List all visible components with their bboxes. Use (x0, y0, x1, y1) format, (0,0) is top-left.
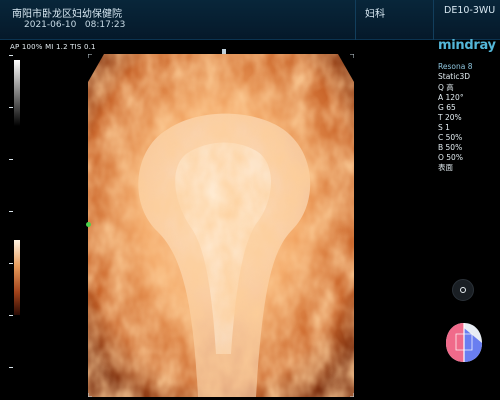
param-quality: Q 高 (438, 83, 454, 92)
department-label: 妇科 (365, 9, 385, 20)
header-bar: 南阳市卧龙区妇幼保健院 2021-06-10 08:17:23 妇科 DE10-… (0, 0, 500, 40)
param-brightness: B 50% (438, 143, 463, 152)
exam-date: 2021-06-10 (24, 20, 77, 30)
acoustic-output-readout: AP 100% MI 1.2 TIS 0.1 (10, 43, 96, 51)
system-model: Resona 8 (438, 62, 473, 71)
param-smooth: S 1 (438, 123, 450, 132)
exam-time: 08:17:23 (84, 20, 126, 30)
param-contrast: C 50% (438, 133, 463, 142)
grayscale-map-bar (14, 60, 20, 126)
orientation-globe-icon[interactable] (444, 320, 484, 364)
depth-scale (9, 55, 13, 395)
header-divider (355, 0, 356, 40)
param-opacity: O 50% (438, 153, 463, 162)
param-gain: G 65 (438, 103, 456, 112)
param-threshold: T 20% (438, 113, 462, 122)
param-angle: A 120° (438, 93, 464, 102)
probe-label: DE10-3WU (444, 5, 496, 16)
cursor-ring-icon[interactable] (452, 279, 474, 301)
header-divider (433, 0, 434, 40)
focus-marker[interactable] (86, 222, 91, 227)
param-render-mode: 表面 (438, 163, 453, 172)
exam-datetime: 2021-06-10 08:17:23 (24, 20, 125, 30)
brand-logo: mindray (438, 38, 496, 53)
hospital-name: 南阳市卧龙区妇幼保健院 (12, 9, 122, 20)
imaging-parameters-panel: Resona 8 Static3D Q 高 A 120° G 65 T 20% … (438, 62, 473, 173)
ultrasound-3d-render[interactable] (88, 54, 354, 397)
imaging-mode: Static3D (438, 72, 470, 81)
render-color-map-bar (14, 240, 20, 315)
